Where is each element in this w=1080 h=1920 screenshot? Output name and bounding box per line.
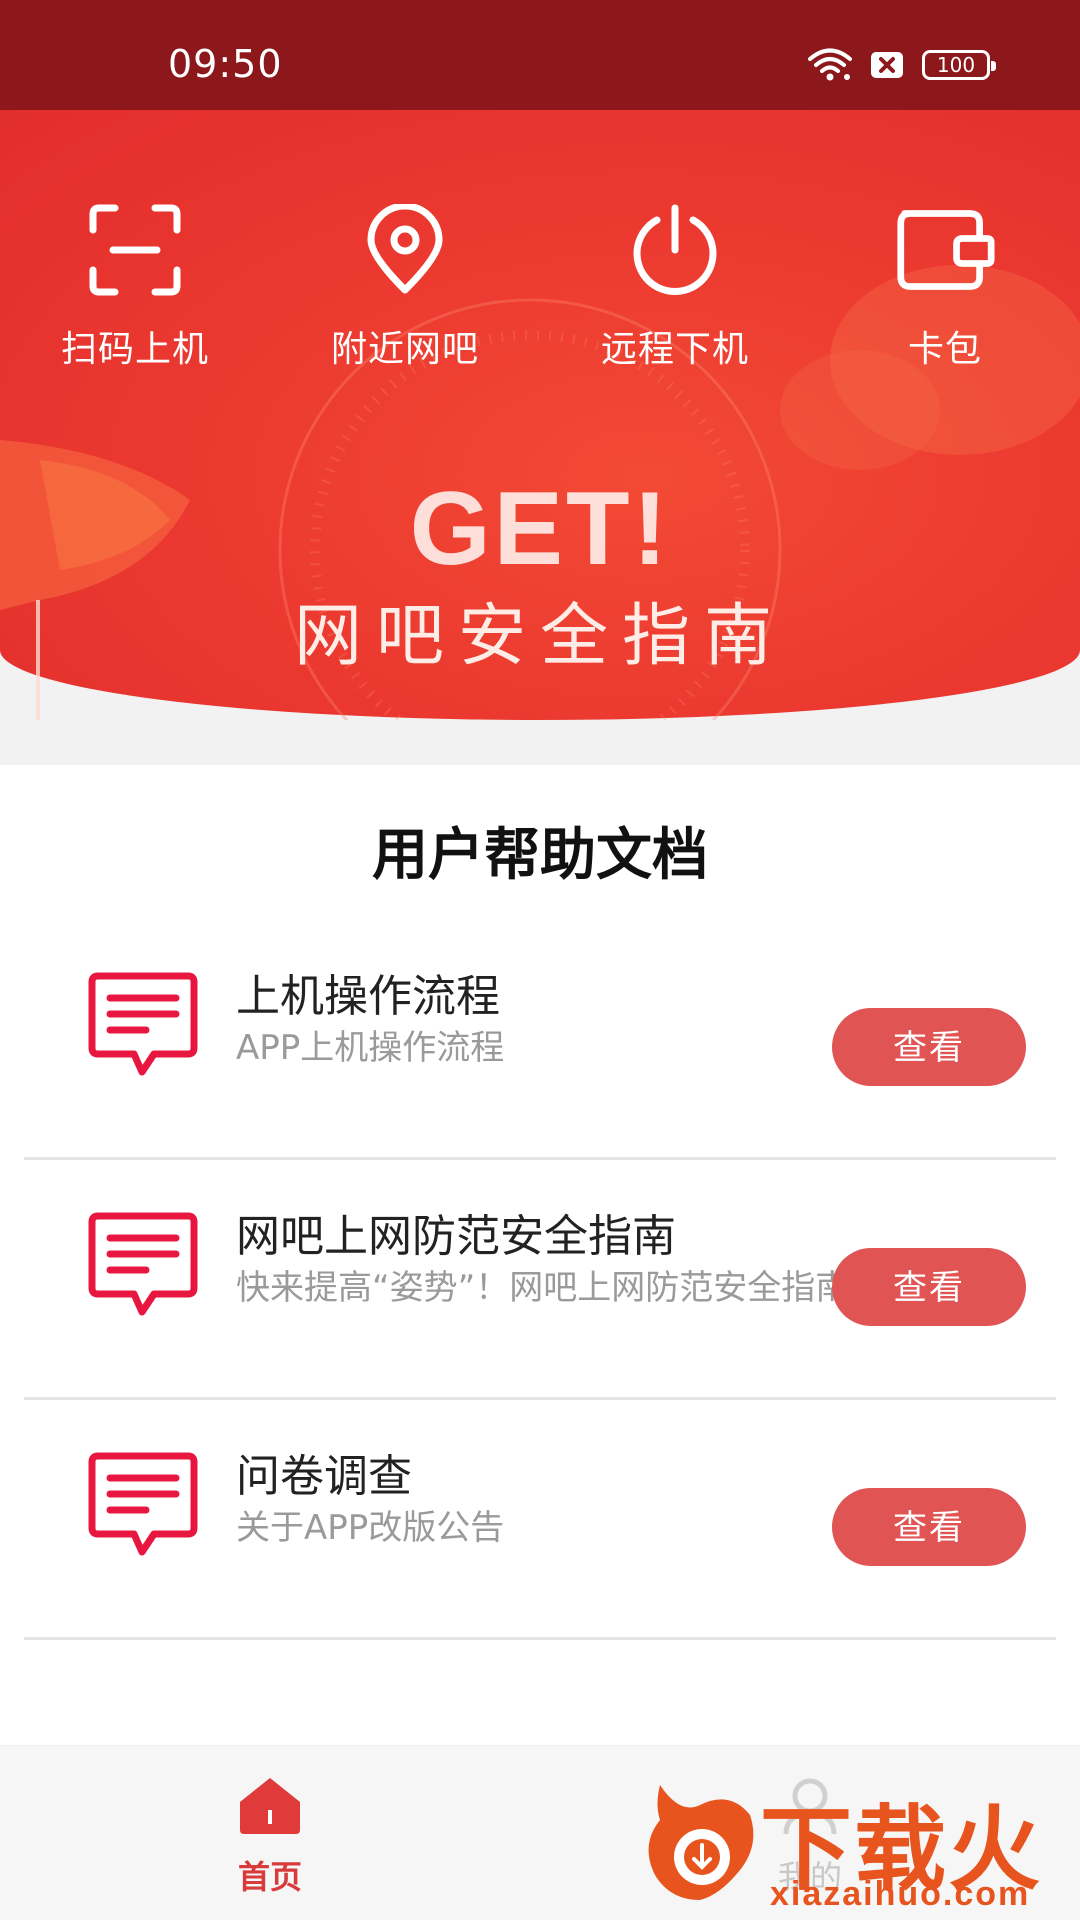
message-doc-icon [88, 970, 198, 1080]
view-button[interactable]: 查看 [832, 1008, 1026, 1086]
doc-title: 问卷调查 [236, 1451, 412, 1502]
watermark-url: xiazaihuo.com [770, 1875, 1031, 1913]
flame-logo-icon [648, 1785, 754, 1900]
doc-subtitle: 快来提高“姿势”！网吧上网防范安全指南 [236, 1268, 836, 1308]
wallet-icon [895, 200, 995, 300]
doc-subtitle: 关于APP改版公告 [236, 1508, 505, 1548]
list-item[interactable]: 网吧上网防范安全指南 快来提高“姿势”！网吧上网防范安全指南 查看 [24, 1160, 1056, 1400]
wifi-icon [808, 48, 852, 82]
banner-subtitle: 网吧安全指南 [293, 597, 786, 676]
quick-scan-label: 扫码上机 [60, 329, 209, 370]
sim-off-icon [870, 50, 904, 80]
quick-wallet-label: 卡包 [907, 329, 982, 370]
quick-scan[interactable]: 扫码上机 [0, 200, 270, 400]
tab-home[interactable]: 首页 [170, 1776, 370, 1898]
battery-icon: 100 [922, 50, 996, 80]
location-pin-icon [355, 200, 455, 300]
status-bar: 09:50 100 [0, 0, 1080, 110]
power-icon [625, 200, 725, 300]
quick-nearby-label: 附近网吧 [330, 329, 479, 370]
quick-remote-off-label: 远程下机 [600, 329, 749, 370]
quick-nav: 扫码上机 附近网吧 远程下机 卡包 [0, 200, 1080, 400]
list-item[interactable]: 上机操作流程 APP上机操作流程 查看 [24, 920, 1056, 1160]
doc-title: 网吧上网防范安全指南 [236, 1211, 676, 1262]
help-section-title: 用户帮助文档 [372, 823, 708, 888]
hero-banner[interactable]: 扫码上机 附近网吧 远程下机 卡包 GET! 网吧安全指南 [0, 110, 1080, 765]
message-doc-icon [88, 1450, 198, 1560]
status-time: 09:50 [168, 42, 283, 86]
quick-nearby[interactable]: 附近网吧 [270, 200, 540, 400]
doc-subtitle: APP上机操作流程 [236, 1028, 505, 1068]
watermark: 下载火 xiazaihuo.com [640, 1775, 1080, 1920]
scan-icon [85, 200, 185, 300]
home-icon [238, 1776, 302, 1840]
doc-title: 上机操作流程 [236, 971, 500, 1022]
list-item[interactable]: 问卷调查 关于APP改版公告 查看 [24, 1400, 1056, 1640]
view-button[interactable]: 查看 [832, 1248, 1026, 1326]
status-icons: 100 [808, 48, 996, 82]
banner-headline: GET! [409, 471, 671, 587]
quick-remote-off[interactable]: 远程下机 [540, 200, 810, 400]
doc-list: 上机操作流程 APP上机操作流程 查看 网吧上网防范安全指南 快来提高“姿势”！… [24, 920, 1056, 1640]
message-doc-icon [88, 1210, 198, 1320]
quick-wallet[interactable]: 卡包 [810, 200, 1080, 400]
tab-home-label: 首页 [237, 1858, 302, 1896]
view-button[interactable]: 查看 [832, 1488, 1026, 1566]
